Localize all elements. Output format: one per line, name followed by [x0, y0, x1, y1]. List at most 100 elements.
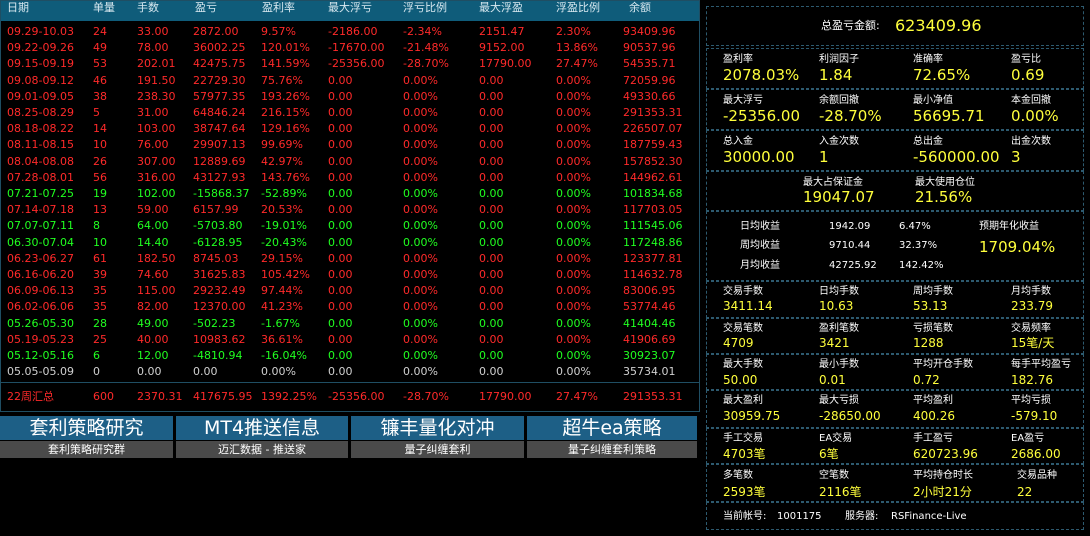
table-cell: 0.00% — [556, 89, 591, 103]
table-cell: 0.00 — [328, 316, 353, 330]
table-cell: 82.00 — [137, 300, 169, 314]
table-cell: 0.00% — [556, 73, 591, 87]
table-cell: 0.00 — [479, 235, 504, 249]
table-row: 08.11-08.15 10 76.00 29907.13 99.69% 0.00 0.00… — [1, 137, 699, 153]
table-cell: 0.00 — [328, 332, 353, 346]
stat-value: 3421 — [819, 336, 850, 350]
table-cell: 0.00% — [403, 170, 438, 184]
link-button-1[interactable]: MT4推送信息 — [176, 416, 348, 440]
group-9: 手工交易 4703笔 EA交易 6笔 手工盈亏 620723.96 EA盈亏 2686.00 — [706, 428, 1084, 464]
table-cell: 129.16% — [261, 122, 310, 136]
stat-value: 2078.03% — [723, 66, 800, 84]
table-cell: 24 — [93, 25, 107, 38]
table-cell: 114632.78 — [623, 268, 683, 281]
stat-value: 2小时21分 — [913, 485, 972, 499]
table-cell: 10 — [93, 138, 107, 152]
column-header[interactable]: 最大浮盈 — [479, 1, 523, 15]
table-cell: 0.00 — [479, 122, 504, 136]
table-cell: 49.00 — [137, 316, 169, 330]
total-profit-box: 总盈亏金额: 623409.96 — [706, 6, 1084, 46]
table-cell: 35 — [93, 284, 107, 298]
column-header[interactable]: 单量 — [93, 1, 115, 15]
summary-cell: -25356.00 — [328, 390, 385, 403]
table-cell: 191.50 — [137, 73, 176, 87]
table-cell: -6128.95 — [193, 235, 243, 249]
table-cell: 0.00 — [479, 73, 504, 87]
table-cell: 0.00% — [556, 316, 591, 330]
table-row: 05.19-05.23 25 40.00 10983.62 36.61% 0.00 0.00… — [1, 332, 699, 348]
column-header[interactable]: 盈亏 — [195, 1, 217, 15]
column-header[interactable]: 浮盈比例 — [556, 1, 600, 15]
table-cell: 0.00 — [193, 365, 218, 379]
stat-value: 2593笔 — [723, 485, 766, 499]
column-header[interactable]: 盈利率 — [262, 1, 295, 15]
table-cell: 54535.71 — [623, 57, 676, 71]
stat-label: 交易频率 — [1011, 323, 1051, 334]
table-cell: 0.00 — [328, 284, 353, 298]
stat-label: 平均亏损 — [1011, 395, 1051, 406]
table-cell: 93409.96 — [623, 25, 676, 38]
weekly-income-label: 周均收益 — [740, 240, 780, 251]
table-cell: 115.00 — [137, 284, 176, 298]
table-cell: 0.00 — [328, 89, 353, 103]
link-button-3[interactable]: 超牛ea策略 — [527, 416, 697, 440]
stat-value: 233.79 — [1011, 299, 1053, 313]
column-header[interactable]: 浮亏比例 — [403, 1, 447, 15]
link-button-subtitle-1[interactable]: 迈汇数据 - 推送家 — [176, 441, 348, 458]
table-cell: 05.19-05.23 — [7, 332, 74, 346]
table-cell: 0.00% — [556, 219, 591, 233]
stat-label: 本金回撤 — [1011, 95, 1051, 106]
column-header[interactable]: 日期 — [7, 1, 29, 15]
table-cell: 0.00 — [328, 187, 353, 200]
table-cell: 41404.46 — [623, 316, 676, 330]
table-cell: -52.89% — [261, 187, 307, 200]
table-cell: 09.08-09.12 — [7, 73, 74, 87]
summary-cell: 17790.00 — [479, 390, 532, 403]
table-cell: -5703.80 — [193, 219, 243, 233]
stat-label: 盈利笔数 — [819, 323, 859, 334]
table-cell: 0.00 — [479, 154, 504, 168]
link-button-subtitle-0[interactable]: 套利策略研究群 — [0, 441, 173, 458]
table-cell: 0.00 — [479, 106, 504, 119]
table-cell: 120.01% — [261, 41, 310, 55]
table-cell: 0.00 — [328, 219, 353, 233]
daily-income-value: 1942.09 — [829, 221, 871, 232]
table-cell: 36.61% — [261, 332, 303, 346]
column-header[interactable]: 最大浮亏 — [328, 1, 372, 15]
table-cell: 0.00% — [556, 332, 591, 346]
link-button-0[interactable]: 套利策略研究 — [0, 416, 173, 440]
table-cell: 07.28-08.01 — [7, 170, 74, 184]
stat-value: 22 — [1017, 485, 1033, 499]
stat-label: 准确率 — [913, 54, 943, 65]
group-6: 交易笔数 4709 盈利笔数 3421 亏损笔数 1288 交易频率 15笔/天 — [706, 318, 1084, 354]
table-row: 08.25-08.29 5 31.00 64846.24 216.15% 0.00 0.00… — [1, 105, 699, 121]
table-cell: 0.00 — [328, 365, 353, 379]
table-cell: 0.00 — [328, 251, 353, 265]
table-cell: 09.01-09.05 — [7, 89, 74, 103]
table-cell: 42.97% — [261, 154, 303, 168]
table-row: 09.01-09.05 38 238.30 57977.35 193.26% 0.00 0.… — [1, 89, 699, 105]
column-header[interactable]: 手数 — [137, 1, 159, 15]
table-row: 05.26-05.30 28 49.00 -502.23 -1.67% 0.00 0.00%… — [1, 316, 699, 332]
stat-label: 交易笔数 — [723, 323, 763, 334]
column-header[interactable]: 余额 — [629, 1, 651, 15]
stat-value: 182.76 — [1011, 373, 1053, 387]
table-cell: 141.59% — [261, 57, 310, 71]
table-cell: 0.00% — [403, 122, 438, 136]
link-button-subtitle-2[interactable]: 量子纠缠套利 — [351, 441, 524, 458]
table-cell: 59.00 — [137, 203, 169, 217]
link-button-2[interactable]: 镰丰量化对冲 — [351, 416, 524, 440]
stat-value: 0.01 — [819, 373, 846, 387]
summary-row: 22周汇总 600 2370.31 417675.95 1392.25% -25356.0… — [1, 389, 699, 405]
table-cell: 41906.69 — [623, 332, 676, 346]
table-cell: 0.00 — [328, 203, 353, 217]
table-cell: -21.48% — [403, 41, 449, 55]
summary-divider — [1, 382, 699, 383]
table-cell: -502.23 — [193, 316, 236, 330]
stat-label: 出金次数 — [1011, 136, 1051, 147]
daily-income-label: 日均收益 — [740, 221, 780, 232]
table-cell: 42475.75 — [193, 57, 246, 71]
table-row: 08.18-08.22 14 103.00 38747.64 129.16% 0.00 0.… — [1, 121, 699, 137]
link-button-subtitle-3[interactable]: 量子纠缠套利策略 — [527, 441, 697, 458]
table-cell: 20.53% — [261, 203, 303, 217]
